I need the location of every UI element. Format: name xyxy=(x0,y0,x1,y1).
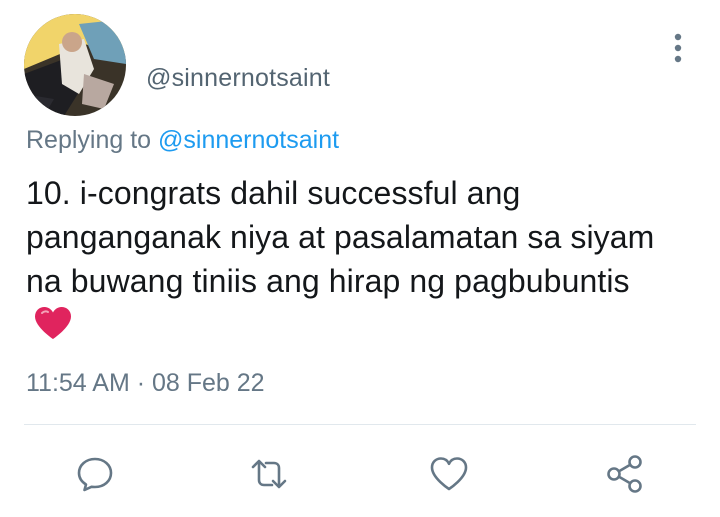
divider xyxy=(24,424,696,425)
tweet-timestamp[interactable]: 11:54 AM · 08 Feb 22 xyxy=(26,369,265,398)
replying-prefix: Replying to xyxy=(26,126,152,154)
like-button[interactable] xyxy=(427,452,471,496)
avatar[interactable] xyxy=(24,14,126,116)
comment-icon xyxy=(77,457,113,492)
retweet-button[interactable] xyxy=(247,452,291,496)
red-heart-emoji-icon xyxy=(34,306,72,351)
reply-mention-link[interactable]: @sinnernotsaint xyxy=(158,126,339,154)
tweet-text: 10. i-congrats dahil successful ang pang… xyxy=(26,171,666,351)
share-button[interactable] xyxy=(603,452,647,496)
heart-icon xyxy=(430,457,468,491)
more-options-icon[interactable] xyxy=(666,32,690,66)
replying-to: Replying to @sinnernotsaint xyxy=(26,126,339,155)
tweet-detail: @sinnernotsaint Replying to @sinnernotsa… xyxy=(0,0,720,517)
retweet-icon xyxy=(251,459,287,489)
user-handle[interactable]: @sinnernotsaint xyxy=(146,64,330,93)
reply-button[interactable] xyxy=(73,452,117,496)
tweet-body-text: 10. i-congrats dahil successful ang pang… xyxy=(26,175,655,299)
share-icon xyxy=(607,455,642,493)
